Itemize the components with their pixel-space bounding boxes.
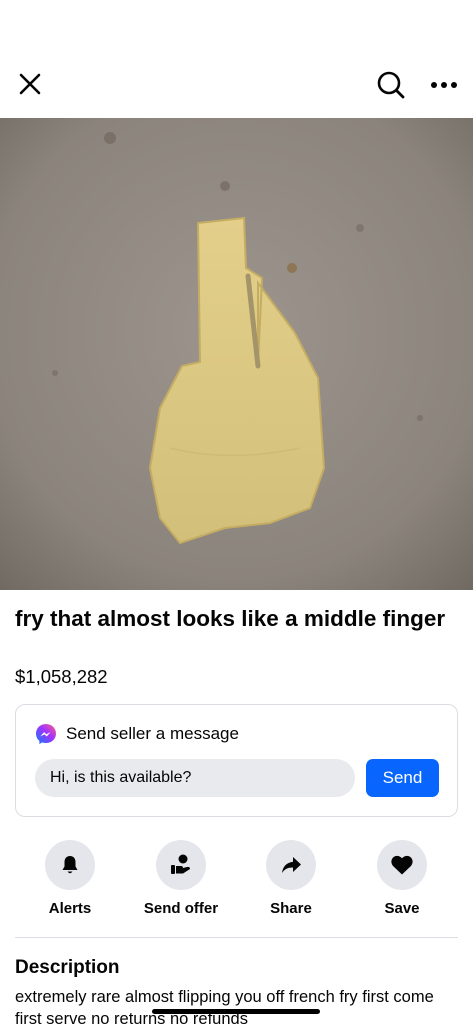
- action-bar: Alerts Send offer Share Save: [0, 840, 473, 920]
- offer-hand-icon: [171, 854, 190, 874]
- save-label: Save: [384, 900, 420, 917]
- send-offer-label: Send offer: [143, 900, 219, 917]
- alerts-icon-circle[interactable]: [45, 840, 95, 890]
- share-label: Share: [270, 900, 312, 917]
- search-button[interactable]: [372, 66, 410, 104]
- description-text: extremely rare almost flipping you off f…: [15, 988, 434, 1024]
- alerts-label: Alerts: [48, 900, 92, 917]
- send-button[interactable]: Send: [366, 759, 439, 797]
- top-bar: [0, 0, 473, 118]
- alerts-button[interactable]: Alerts: [15, 840, 125, 917]
- message-heading: Send seller a message: [66, 724, 239, 743]
- share-icon-circle[interactable]: [266, 840, 316, 890]
- send-offer-icon-circle[interactable]: [156, 840, 206, 890]
- save-icon-circle[interactable]: [377, 840, 427, 890]
- listing-photo[interactable]: [0, 118, 473, 590]
- listing-title: fry that almost looks like a middle fing…: [15, 606, 446, 631]
- messenger-icon: [35, 723, 57, 745]
- heart-icon: [391, 855, 413, 875]
- search-icon: [377, 71, 405, 99]
- home-indicator[interactable]: [152, 1009, 320, 1014]
- listing-price: $1,058,282: [15, 666, 108, 687]
- fry-photo: [0, 118, 473, 590]
- share-arrow-icon: [282, 857, 301, 873]
- share-button[interactable]: Share: [236, 840, 346, 917]
- send-offer-button[interactable]: Send offer: [126, 840, 236, 917]
- close-icon: [19, 73, 41, 95]
- close-button[interactable]: [12, 66, 48, 102]
- message-card: Send seller a message Hi, is this availa…: [15, 704, 458, 817]
- description-heading: Description: [15, 957, 120, 978]
- more-options-icon: [431, 82, 457, 88]
- more-options-button[interactable]: [424, 66, 464, 104]
- save-button[interactable]: Save: [347, 840, 457, 917]
- message-input[interactable]: Hi, is this available?: [35, 759, 355, 797]
- section-divider: [15, 937, 458, 938]
- message-header: Send seller a message: [35, 723, 239, 745]
- bell-icon: [62, 856, 78, 874]
